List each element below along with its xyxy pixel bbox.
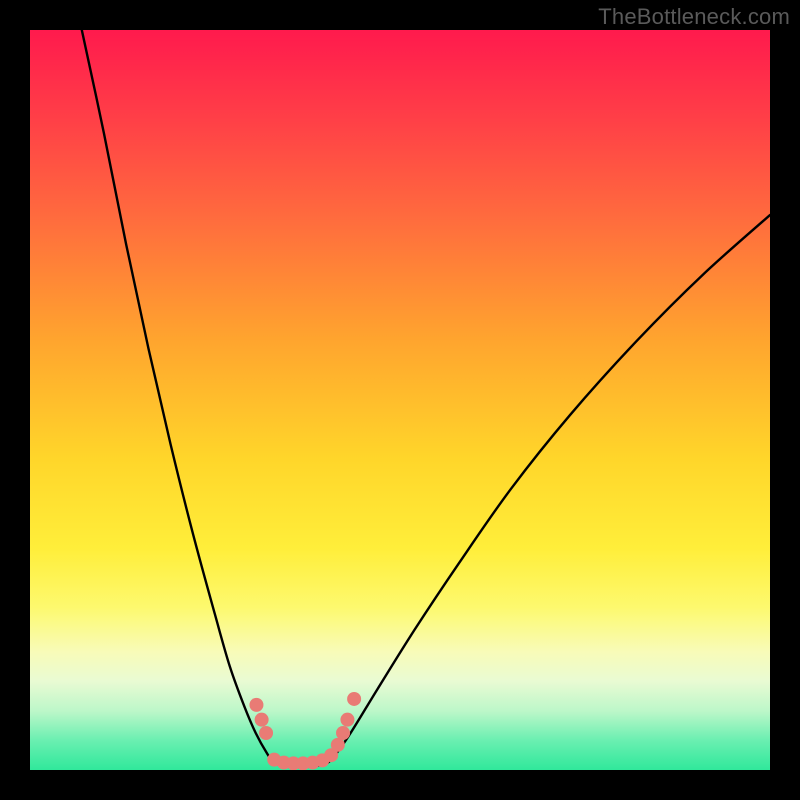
bottleneck-curve-path	[82, 30, 770, 767]
marker-dot	[255, 713, 269, 727]
curve-layer	[30, 30, 770, 770]
bottleneck-curve	[82, 30, 770, 767]
marker-dot	[259, 726, 273, 740]
marker-dot	[347, 692, 361, 706]
marker-dot	[340, 713, 354, 727]
plot-area	[30, 30, 770, 770]
marker-dot	[249, 698, 263, 712]
chart-frame: TheBottleneck.com	[0, 0, 800, 800]
watermark-text: TheBottleneck.com	[598, 4, 790, 30]
highlight-markers	[249, 692, 361, 770]
marker-dot	[336, 726, 350, 740]
